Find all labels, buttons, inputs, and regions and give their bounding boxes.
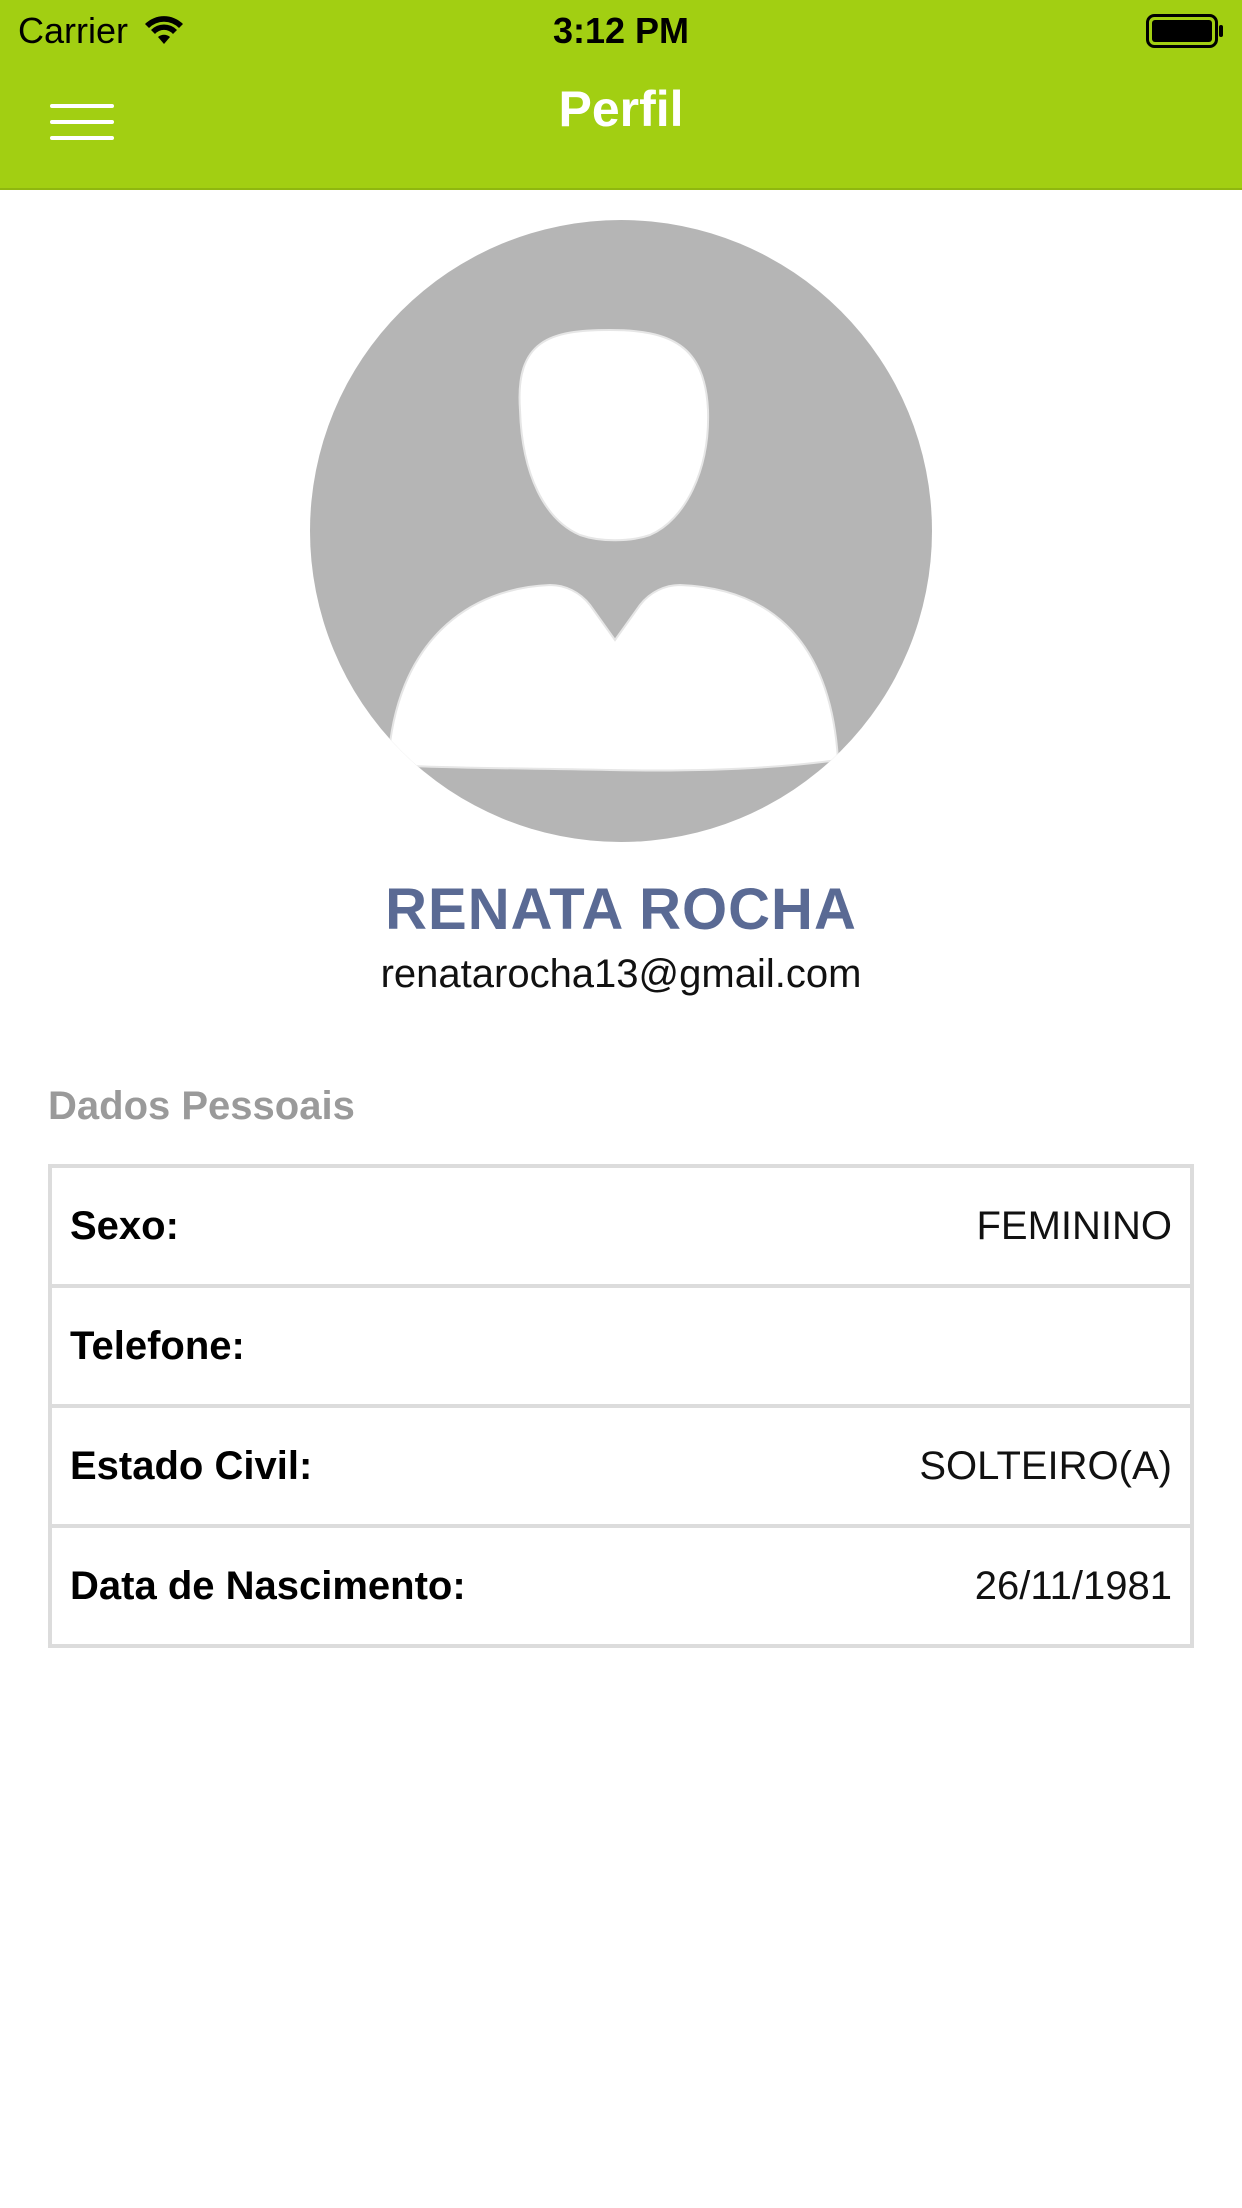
info-row-sexo: Sexo: FEMININO bbox=[52, 1168, 1190, 1288]
page-title: Perfil bbox=[558, 81, 684, 137]
info-label: Data de Nascimento: bbox=[70, 1563, 466, 1608]
info-row-estado-civil: Estado Civil: SOLTEIRO(A) bbox=[52, 1408, 1190, 1528]
info-label: Sexo: bbox=[70, 1203, 179, 1248]
battery-icon bbox=[1146, 14, 1224, 48]
info-label: Estado Civil: bbox=[70, 1443, 313, 1488]
personal-data-table: Sexo: FEMININO Telefone: Estado Civil: S… bbox=[48, 1164, 1194, 1648]
status-bar: Carrier 3:12 PM bbox=[0, 0, 1242, 62]
info-row-telefone: Telefone: bbox=[52, 1288, 1190, 1408]
info-value: SOLTEIRO(A) bbox=[919, 1443, 1172, 1488]
avatar-placeholder-icon[interactable] bbox=[310, 220, 932, 842]
info-row-data-nascimento: Data de Nascimento: 26/11/1981 bbox=[52, 1528, 1190, 1644]
info-label: Telefone: bbox=[70, 1323, 245, 1368]
status-time: 3:12 PM bbox=[552, 10, 690, 51]
top-bar: Carrier 3:12 PM Perfil bbox=[0, 0, 1242, 190]
info-value: FEMININO bbox=[976, 1203, 1172, 1248]
section-title-personal-data: Dados Pessoais bbox=[48, 1084, 355, 1128]
user-name: RENATA ROCHA bbox=[385, 877, 857, 942]
user-email: renatarocha13@gmail.com bbox=[380, 952, 862, 996]
info-value: 26/11/1981 bbox=[974, 1563, 1172, 1608]
